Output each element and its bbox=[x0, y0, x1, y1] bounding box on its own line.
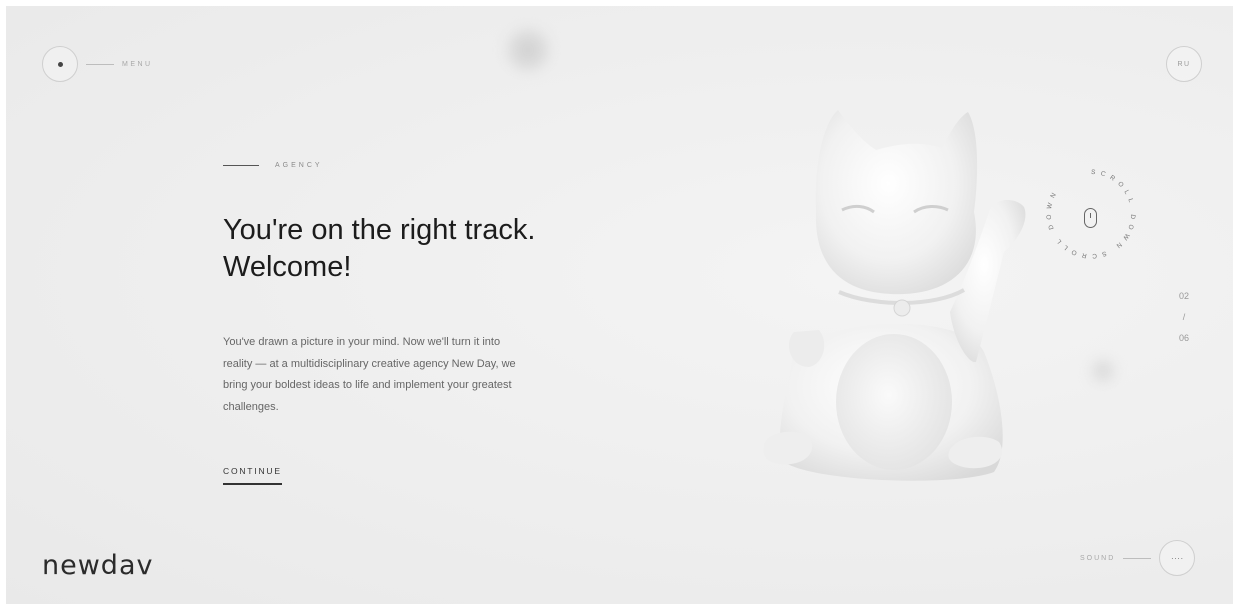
menu-dot-icon bbox=[57, 61, 63, 67]
eyebrow-label: AGENCY bbox=[275, 162, 323, 169]
menu-label: MENU bbox=[122, 60, 153, 68]
intro-paragraph: You've drawn a picture in your mind. Now… bbox=[223, 336, 516, 413]
menu-button[interactable] bbox=[42, 46, 78, 82]
current-slide-number: 02 bbox=[1178, 291, 1189, 301]
sound-button[interactable]: ···· bbox=[1159, 540, 1196, 576]
section-eyebrow: AGENCY bbox=[223, 162, 323, 169]
scroll-down-indicator[interactable]: SCROLL DOWN SCROLL DOWN bbox=[1042, 160, 1140, 270]
total-slides-number: 06 bbox=[1178, 333, 1189, 343]
language-label: RU bbox=[1177, 60, 1191, 68]
menu-divider bbox=[86, 63, 114, 65]
sound-toggle[interactable]: SOUND ···· bbox=[1080, 540, 1196, 576]
page-title: You're on the right track. Welcome! bbox=[223, 212, 683, 286]
mouse-icon bbox=[1084, 208, 1097, 228]
sound-wave-icon: ···· bbox=[1170, 553, 1184, 563]
continue-link[interactable]: CONTINUE bbox=[223, 466, 282, 485]
floating-sphere-decoration bbox=[506, 28, 550, 72]
sound-divider bbox=[1123, 557, 1152, 559]
page-title-line-1: You're on the right track. bbox=[223, 214, 536, 246]
eyebrow-line bbox=[223, 165, 259, 166]
slide-pagination: 02 / 06 bbox=[1174, 286, 1194, 349]
brand-logo[interactable]: newdav bbox=[42, 550, 153, 581]
language-button[interactable]: RU bbox=[1166, 46, 1202, 82]
page-title-line-2: Welcome! bbox=[223, 251, 352, 283]
pagination-separator: / bbox=[1182, 312, 1186, 322]
landing-page: MENU RU AGENCY You're on the right track… bbox=[6, 6, 1233, 604]
lucky-cat-image bbox=[763, 110, 1026, 481]
language-switcher[interactable]: RU bbox=[1166, 46, 1202, 82]
menu-toggle[interactable]: MENU bbox=[42, 46, 153, 82]
sound-label: SOUND bbox=[1080, 554, 1116, 562]
floating-sphere-decoration bbox=[1090, 358, 1116, 384]
